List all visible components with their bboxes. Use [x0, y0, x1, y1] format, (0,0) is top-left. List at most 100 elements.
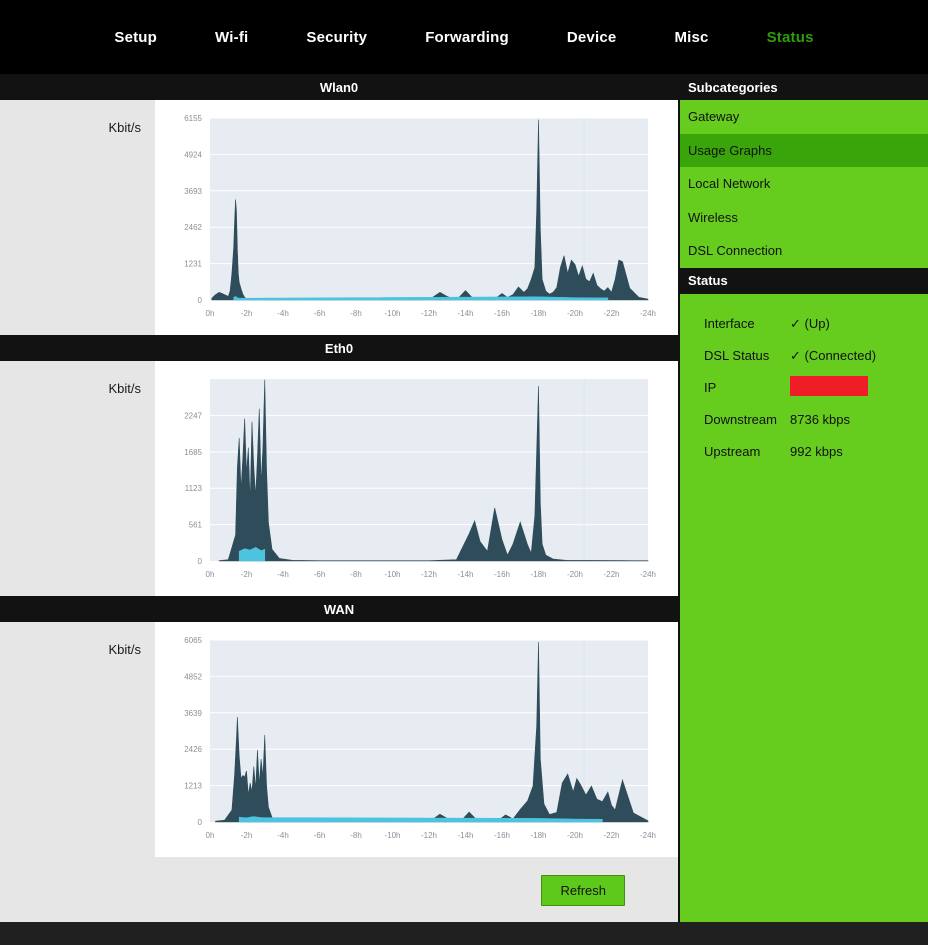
x-axis-tick-label: -16h: [494, 570, 510, 579]
x-axis-tick-label: -22h: [603, 570, 619, 579]
y-axis-tick-label: 1123: [185, 484, 203, 493]
footer-bar: [0, 922, 928, 945]
y-axis-tick-label: 1213: [184, 782, 202, 791]
redacted-ip-value: [790, 376, 868, 396]
nav-item-forwarding[interactable]: Forwarding: [425, 23, 509, 52]
sidebar-item-usage-graphs[interactable]: Usage Graphs: [680, 133, 928, 167]
subcategories-list: Gateway Usage Graphs Local Network Wireless…: [680, 100, 928, 268]
x-axis-tick-label: 0h: [206, 570, 215, 579]
x-axis-tick-label: -14h: [457, 309, 473, 318]
status-row-key: Upstream: [704, 444, 761, 459]
y-axis-tick-label: 6155: [184, 114, 202, 123]
status-row: Upstream 992 kbps: [680, 436, 928, 468]
sidebar-item-wireless[interactable]: Wireless: [680, 200, 928, 234]
x-axis-tick-label: -10h: [384, 831, 400, 840]
nav-item-status[interactable]: Status: [767, 23, 814, 52]
status-row-key: DSL Status: [704, 348, 770, 363]
x-axis-tick-label: -20h: [567, 570, 583, 579]
graphs-column: Wlan0 Kbit/s 0 1231 2462 3693 4924 6155 0h -2h -4h…: [0, 74, 678, 922]
y-axis-tick-label: 561: [189, 521, 203, 530]
x-axis-tick-label: -24h: [640, 309, 656, 318]
x-axis-tick-label: -12h: [421, 831, 437, 840]
status-row-value: ✓ (Connected): [790, 347, 877, 363]
nav-item-device[interactable]: Device: [567, 23, 617, 52]
x-axis-tick-label: -22h: [603, 831, 619, 840]
graph-header-eth0: Eth0: [0, 335, 678, 361]
graph-svg: 0 1231 2462 3693 4924 6155 0h -2h -4h -6h -8h -10h -…: [184, 114, 656, 318]
graph-svg: 0 1213 2426 3639 4852 6065 0h -2h -4h -6h -8h -10h -…: [184, 636, 656, 840]
graph-panel-wlan0: Kbit/s 0 1231 2462 3693 4924 6155 0h -2h -4h -6h -8…: [0, 100, 678, 335]
y-axis-tick-label: 0: [198, 818, 203, 827]
x-axis-tick-label: -2h: [241, 570, 253, 579]
y-axis-tick-label: 1231: [184, 260, 202, 269]
x-axis-tick-label: -20h: [567, 309, 583, 318]
status-row-value: [790, 376, 928, 399]
refresh-area: Refresh: [0, 857, 678, 906]
status-row-key: Downstream: [704, 412, 777, 427]
nav-item-security[interactable]: Security: [306, 23, 367, 52]
graph-unit-label-box: Kbit/s: [0, 361, 155, 596]
x-axis-tick-label: -2h: [241, 309, 253, 318]
graph-unit-label: Kbit/s: [108, 120, 141, 135]
plot-background: [210, 379, 648, 561]
x-axis-tick-label: -20h: [567, 831, 583, 840]
x-axis-tick-label: 0h: [206, 831, 215, 840]
x-axis-tick-label: 0h: [206, 309, 215, 318]
graph-header-wan: WAN: [0, 596, 678, 622]
status-row-key: IP: [704, 380, 717, 395]
status-row: IP: [680, 372, 928, 404]
y-axis-tick-label: 6065: [184, 636, 202, 645]
y-axis-tick-label: 3639: [184, 709, 202, 718]
x-axis-tick-label: -16h: [494, 309, 510, 318]
graph-panel-eth0: Kbit/s 0 561 1123 1685 2247 0h -2h -4h -6h -8h -10h…: [0, 361, 678, 596]
graph-unit-label: Kbit/s: [108, 381, 141, 396]
y-axis-tick-label: 2426: [184, 745, 202, 754]
x-axis-tick-label: -18h: [530, 831, 546, 840]
graph-canvas-wan: 0 1213 2426 3639 4852 6065 0h -2h -4h -6h -8h -10h -…: [155, 622, 678, 857]
status-row: Interface ✓ (Up): [680, 308, 928, 340]
main-navigation: Setup Wi-fi Security Forwarding Device Misc St…: [0, 0, 928, 74]
status-row-value: 992 kbps: [790, 444, 843, 459]
y-axis-tick-label: 0: [198, 557, 203, 566]
subcategories-header: Subcategories: [680, 74, 928, 100]
refresh-button[interactable]: Refresh: [541, 875, 625, 906]
x-axis-tick-label: -22h: [603, 309, 619, 318]
y-axis-tick-label: 4924: [184, 150, 202, 159]
status-row-value: ✓ (Up): [790, 315, 830, 331]
x-axis-tick-label: -18h: [530, 309, 546, 318]
x-axis-tick-label: -6h: [314, 309, 326, 318]
y-axis-tick-label: 2247: [184, 411, 202, 420]
x-axis-tick-label: -6h: [314, 831, 326, 840]
y-axis-tick-label: 2462: [184, 223, 202, 232]
graph-unit-label: Kbit/s: [108, 642, 141, 657]
x-axis-tick-label: -18h: [530, 570, 546, 579]
x-axis-tick-label: -8h: [350, 309, 362, 318]
router-admin-page: Setup Wi-fi Security Forwarding Device Misc St…: [0, 0, 928, 945]
x-axis-tick-label: -14h: [457, 831, 473, 840]
graph-canvas-wlan0: 0 1231 2462 3693 4924 6155 0h -2h -4h -6h -8h -10h -…: [155, 100, 678, 335]
graph-svg: 0 561 1123 1685 2247 0h -2h -4h -6h -8h -10h -12h -1…: [184, 379, 656, 579]
status-row: Downstream 8736 kbps: [680, 404, 928, 436]
graph-header-wlan0: Wlan0: [0, 74, 678, 100]
sidebar-item-local-network[interactable]: Local Network: [680, 167, 928, 201]
status-header: Status: [680, 267, 928, 294]
x-axis-tick-label: -4h: [277, 309, 289, 318]
graph-unit-label-box: Kbit/s: [0, 622, 155, 857]
x-axis-tick-label: -10h: [384, 570, 400, 579]
x-axis-tick-label: -2h: [241, 831, 253, 840]
x-axis-tick-label: -14h: [457, 570, 473, 579]
graph-unit-label-box: Kbit/s: [0, 100, 155, 335]
graph-panel-wan: Kbit/s 0 1213 2426 3639 4852 6065 0h -2h -4h -6h -8…: [0, 622, 678, 857]
nav-item-setup[interactable]: Setup: [114, 23, 157, 52]
sidebar-item-dsl-connection[interactable]: DSL Connection: [680, 234, 928, 268]
y-axis-tick-label: 4852: [184, 672, 202, 681]
sidebar-item-gateway[interactable]: Gateway: [680, 100, 928, 134]
x-axis-tick-label: -8h: [350, 570, 362, 579]
nav-item-misc[interactable]: Misc: [674, 23, 708, 52]
x-axis-tick-label: -24h: [640, 831, 656, 840]
x-axis-tick-label: -8h: [350, 831, 362, 840]
status-list: Interface ✓ (Up) DSL Status ✓ (Connected) IP…: [680, 293, 928, 468]
nav-item-wi-fi[interactable]: Wi-fi: [215, 23, 248, 52]
x-axis-tick-label: -12h: [421, 309, 437, 318]
x-axis-tick-label: -6h: [314, 570, 326, 579]
